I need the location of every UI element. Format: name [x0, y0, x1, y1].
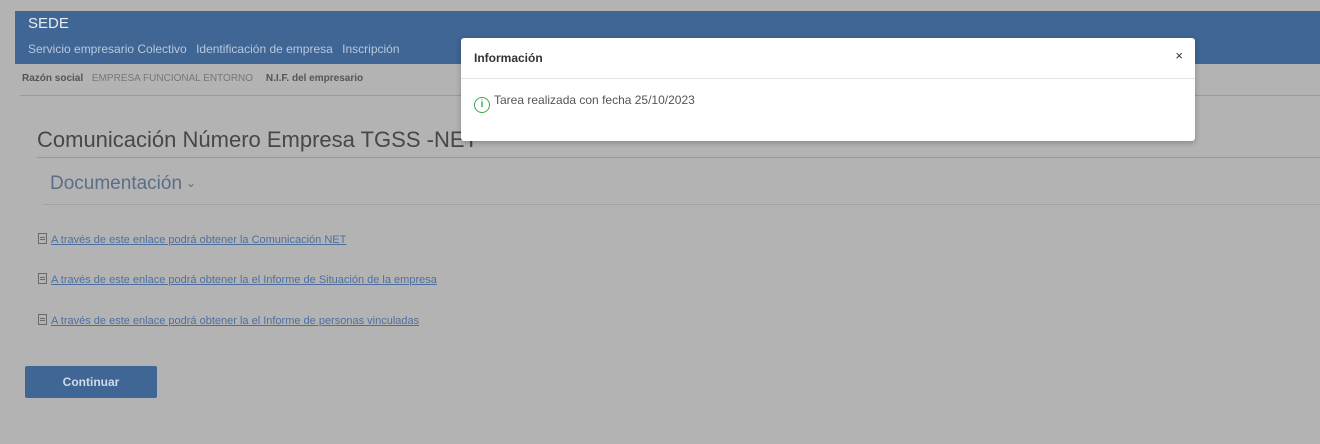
section-label: Documentación: [50, 173, 183, 194]
close-icon[interactable]: ×: [1175, 49, 1183, 63]
divider: [37, 157, 1320, 158]
app-title: SEDE: [28, 15, 69, 32]
breadcrumb-item[interactable]: Servicio empresario Colectivo: [28, 42, 187, 56]
chevron-down-icon: ⌄: [186, 176, 197, 190]
documentation-section-toggle[interactable]: Documentación ⌄: [50, 173, 196, 195]
link-informe-personas[interactable]: A través de este enlace podrá obtener la…: [38, 314, 419, 327]
modal-header: Información ×: [461, 38, 1195, 79]
razon-social-value: EMPRESA FUNCIONAL ENTORNO: [91, 73, 254, 84]
document-icon: [38, 233, 47, 244]
modal-body: i Tarea realizada con fecha 25/10/2023: [474, 93, 695, 113]
divider: [43, 204, 1320, 205]
link-comunicacion-net[interactable]: A través de este enlace podrá obtener la…: [38, 233, 346, 246]
continue-button[interactable]: Continuar: [25, 366, 157, 398]
info-modal: Información × i Tarea realizada con fecha…: [461, 38, 1195, 141]
page-title: Comunicación Número Empresa TGSS -NET: [37, 127, 478, 152]
modal-title: Información: [474, 51, 543, 65]
page: SEDE Servicio empresario Colectivo Ident…: [0, 0, 1320, 444]
link-informe-situacion[interactable]: A través de este enlace podrá obtener la…: [38, 273, 437, 286]
modal-message: Tarea realizada con fecha 25/10/2023: [494, 93, 695, 107]
breadcrumb-item[interactable]: Identificación de empresa: [196, 42, 333, 56]
breadcrumb: Servicio empresario Colectivo Identifica…: [28, 42, 406, 56]
link-text[interactable]: A través de este enlace podrá obtener la…: [51, 315, 419, 327]
razon-social-label: Razón social: [22, 73, 84, 84]
breadcrumb-item[interactable]: Inscripción: [342, 42, 399, 56]
document-icon: [38, 314, 47, 325]
nif-label: N.I.F. del empresario: [265, 73, 364, 84]
link-text[interactable]: A través de este enlace podrá obtener la…: [51, 234, 346, 246]
link-text[interactable]: A través de este enlace podrá obtener la…: [51, 274, 437, 286]
company-info-bar: Razón social EMPRESA FUNCIONAL ENTORNO N…: [22, 73, 369, 84]
document-icon: [38, 273, 47, 284]
info-circle-icon: i: [474, 97, 490, 113]
